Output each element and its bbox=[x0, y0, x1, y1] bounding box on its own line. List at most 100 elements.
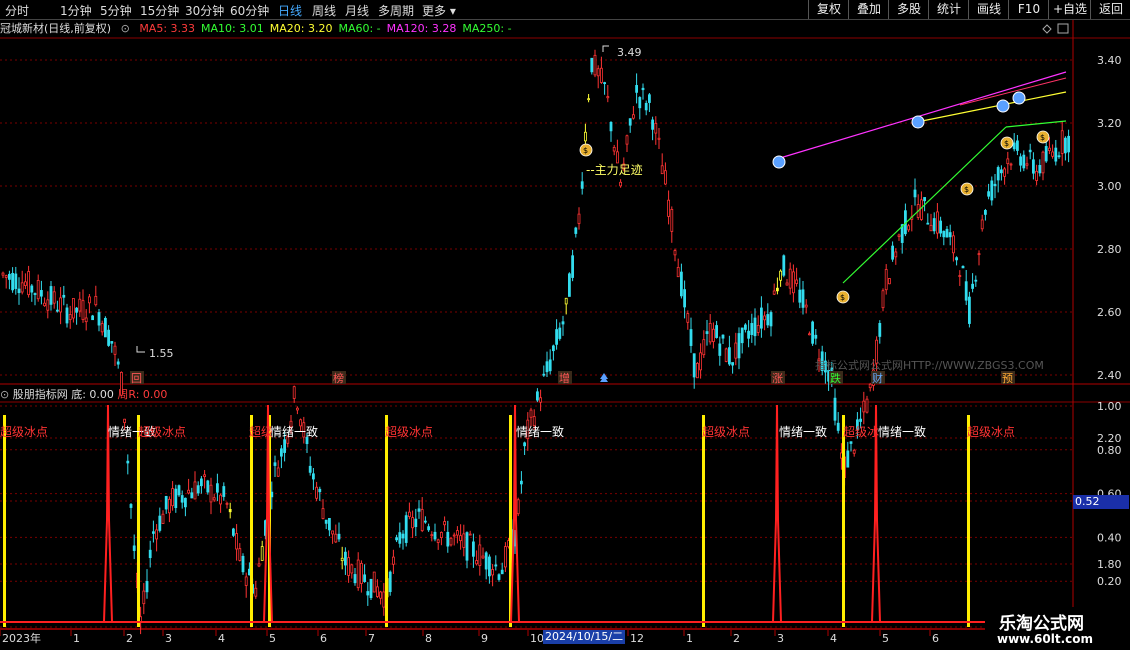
candle-body bbox=[580, 181, 584, 189]
candle-body bbox=[340, 557, 344, 562]
candle-body bbox=[625, 135, 629, 145]
candle-body bbox=[571, 255, 574, 278]
candle-body bbox=[257, 563, 261, 567]
candle-body bbox=[632, 114, 635, 119]
candle-body bbox=[846, 450, 850, 468]
candle-body bbox=[148, 549, 152, 559]
candle-body bbox=[1038, 165, 1042, 174]
candle-body bbox=[430, 534, 434, 537]
signal-label-5: 超级冰点 bbox=[385, 424, 433, 439]
candle-body bbox=[318, 488, 322, 493]
signal-label-2: 超级冰点 bbox=[138, 424, 186, 439]
candle-body bbox=[142, 590, 146, 605]
candle-body bbox=[46, 299, 50, 311]
candle-body bbox=[836, 422, 840, 431]
signal-label-4: 情绪一致 bbox=[270, 425, 318, 439]
signal-label-0: 超级冰点 bbox=[0, 424, 48, 439]
candle-body bbox=[375, 586, 379, 597]
candle-body bbox=[17, 288, 21, 294]
chart-canvas[interactable]: 3.403.203.002.802.602.402.202.001.801.60… bbox=[0, 0, 1130, 650]
candle-body bbox=[206, 480, 210, 493]
candle-body bbox=[539, 397, 542, 403]
candle-body bbox=[222, 486, 226, 497]
candle-body bbox=[151, 531, 155, 534]
candle-body bbox=[756, 324, 760, 333]
x-axis-label-4: 4 bbox=[218, 632, 225, 645]
candle-body bbox=[763, 315, 766, 321]
candle-body bbox=[462, 533, 466, 548]
candle-body bbox=[849, 441, 853, 444]
candle-body bbox=[628, 118, 632, 126]
candle-body bbox=[369, 578, 373, 599]
candle-body bbox=[977, 253, 981, 256]
candle-body bbox=[593, 54, 597, 76]
x-axis-label-7: 7 bbox=[368, 632, 375, 645]
candle-body bbox=[331, 530, 335, 535]
candle-body bbox=[865, 398, 869, 413]
candle-body bbox=[465, 532, 469, 561]
candle-body bbox=[948, 232, 952, 238]
candle-body bbox=[641, 87, 645, 91]
candle-body bbox=[974, 279, 978, 282]
candle-body bbox=[1048, 147, 1051, 152]
x-axis-label-10: 10 bbox=[530, 632, 544, 645]
y-tick-label: 2.40 bbox=[1097, 369, 1122, 382]
current-value-badge: 0.52 bbox=[1073, 495, 1129, 509]
candle-body bbox=[596, 68, 600, 77]
candle-body bbox=[363, 574, 367, 582]
signal-label-6: 情绪一致 bbox=[516, 425, 564, 439]
candle-body bbox=[772, 290, 776, 295]
candle-body bbox=[23, 281, 27, 286]
candle-body bbox=[542, 373, 546, 376]
candle-body bbox=[801, 289, 805, 308]
y-tick-label: 2.80 bbox=[1097, 243, 1122, 256]
candle-body bbox=[590, 57, 594, 73]
x-axis-label-6: 6 bbox=[320, 632, 327, 645]
candle-body bbox=[936, 211, 939, 234]
candle-body bbox=[231, 528, 235, 536]
candle-body bbox=[734, 342, 738, 359]
candle-body bbox=[660, 165, 664, 175]
candle-body bbox=[881, 290, 885, 309]
cursor-date: 2024/10/15/二 bbox=[543, 630, 626, 644]
signal-yellow-bar bbox=[967, 415, 970, 627]
event-marker-3: 涨 bbox=[772, 372, 783, 385]
candle-body bbox=[760, 307, 763, 329]
candle-body bbox=[295, 407, 299, 411]
candle-body bbox=[923, 197, 926, 202]
candle-body bbox=[484, 552, 488, 570]
candle-body bbox=[878, 323, 882, 337]
candle-body bbox=[603, 82, 606, 85]
candle-body bbox=[75, 307, 78, 313]
candle-body bbox=[276, 467, 280, 477]
candle-body bbox=[971, 283, 974, 289]
x-axis-label-16: 5 bbox=[882, 632, 889, 645]
y-tick-label: 3.20 bbox=[1097, 117, 1122, 130]
candle-body bbox=[884, 269, 888, 291]
candle-body bbox=[97, 312, 101, 326]
candle-body bbox=[107, 329, 110, 346]
candle-body bbox=[129, 504, 133, 508]
candle-body bbox=[702, 339, 706, 356]
candle-body bbox=[459, 535, 463, 542]
candle-body bbox=[356, 559, 360, 589]
face-icon bbox=[772, 155, 786, 169]
money-bag-symbol: $ bbox=[840, 293, 845, 302]
candle-body bbox=[657, 137, 661, 140]
candle-body bbox=[1041, 151, 1045, 174]
candle-body bbox=[670, 209, 674, 232]
candle-body bbox=[667, 199, 670, 217]
candle-body bbox=[187, 489, 191, 494]
candle-body bbox=[500, 569, 504, 575]
candle-body bbox=[228, 508, 232, 513]
diamond-icon[interactable] bbox=[1042, 24, 1052, 34]
candle-body bbox=[1019, 156, 1022, 166]
candle-body bbox=[491, 569, 495, 576]
window-icon[interactable] bbox=[1057, 23, 1069, 34]
candle-body bbox=[398, 532, 402, 544]
candle-body bbox=[1009, 163, 1013, 166]
x-axis-label-5: 5 bbox=[269, 632, 276, 645]
candle-body bbox=[4, 275, 8, 278]
candle-body bbox=[443, 521, 447, 526]
candle-body bbox=[792, 271, 795, 294]
